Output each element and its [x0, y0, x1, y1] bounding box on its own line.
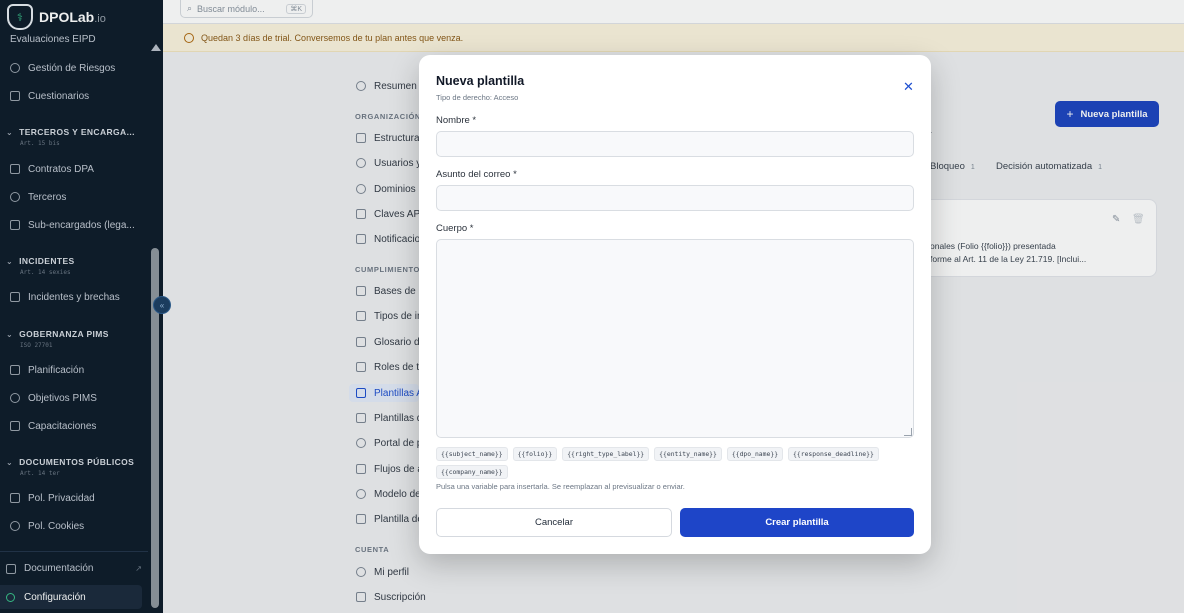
subject-field[interactable] [436, 185, 914, 211]
modal-subtitle: Tipo de derecho: Acceso [436, 93, 519, 102]
variable-chip[interactable]: {{subject_name}} [436, 447, 508, 461]
resize-handle-icon[interactable] [904, 428, 912, 436]
subject-label: Asunto del correo * [436, 169, 517, 180]
modal-title: Nueva plantilla [436, 74, 525, 88]
variable-chip[interactable]: {{company_name}} [436, 465, 508, 479]
variable-chips: {{subject_name}} {{folio}} {{right_type_… [436, 447, 914, 479]
name-field[interactable] [436, 131, 914, 157]
body-field[interactable] [436, 239, 914, 438]
variable-chip[interactable]: {{right_type_label}} [562, 447, 650, 461]
create-template-button[interactable]: Crear plantilla [680, 508, 914, 537]
close-icon[interactable]: ✕ [903, 80, 914, 93]
variable-chip[interactable]: {{dpo_name}} [726, 447, 784, 461]
variable-chip[interactable]: {{response_deadline}} [788, 447, 879, 461]
variable-chip[interactable]: {{folio}} [512, 447, 558, 461]
variable-chip[interactable]: {{entity_name}} [654, 447, 722, 461]
new-template-modal: Nueva plantilla Tipo de derecho: Acceso … [419, 55, 931, 554]
cancel-button[interactable]: Cancelar [436, 508, 672, 537]
variables-hint: Pulsa una variable para insertarla. Se r… [436, 482, 685, 491]
name-label: Nombre * [436, 115, 477, 126]
body-label: Cuerpo * [436, 223, 474, 234]
